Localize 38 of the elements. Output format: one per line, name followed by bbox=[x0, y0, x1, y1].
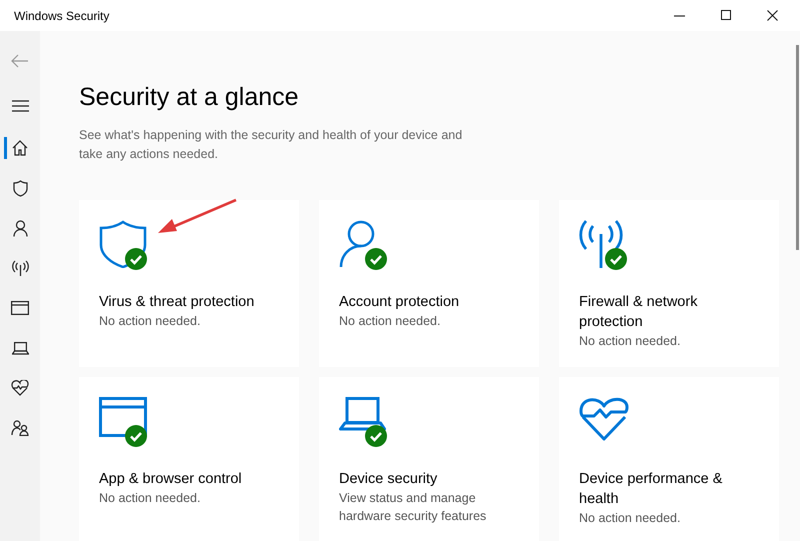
card-title: Device performance & health bbox=[579, 470, 724, 509]
maximize-icon[interactable] bbox=[721, 10, 732, 21]
person-icon[interactable] bbox=[12, 220, 28, 236]
back-icon[interactable] bbox=[11, 54, 29, 68]
browser-window-icon bbox=[99, 397, 147, 437]
window-title: Windows Security bbox=[14, 8, 110, 22]
shield-icon bbox=[99, 220, 147, 268]
laptop-icon bbox=[339, 397, 387, 431]
feature-card[interactable]: Virus & threat protection No action needed. bbox=[79, 200, 299, 367]
laptop-icon[interactable] bbox=[12, 342, 28, 354]
card-title: Firewall & network protection bbox=[579, 293, 698, 332]
page-heading: Security at a glance bbox=[79, 83, 300, 112]
home-icon[interactable] bbox=[12, 140, 28, 156]
feature-card[interactable]: Device performance & health No action needed. bbox=[559, 377, 779, 541]
close-icon[interactable] bbox=[767, 10, 778, 21]
scrollbar[interactable] bbox=[796, 45, 799, 250]
card-status: View status and manage hardware security features bbox=[339, 490, 488, 525]
card-title: Account protection bbox=[339, 293, 460, 312]
card-status: No action needed. bbox=[339, 313, 442, 330]
card-title: Device security bbox=[339, 470, 438, 489]
card-status: No action needed. bbox=[99, 313, 202, 330]
menu-icon[interactable] bbox=[12, 100, 28, 112]
page-description: See what's happening with the security and health of your device and take any actions needed. bbox=[79, 127, 464, 163]
family-icon[interactable] bbox=[11, 420, 29, 436]
heart-pulse-icon[interactable] bbox=[11, 380, 29, 396]
card-status: No action needed. bbox=[579, 510, 682, 527]
antenna-icon[interactable] bbox=[12, 260, 28, 276]
browser-window-icon[interactable] bbox=[11, 301, 29, 315]
feature-card[interactable]: Firewall & network protection No action needed. bbox=[559, 200, 779, 367]
card-title: Virus & threat protection bbox=[99, 293, 256, 312]
feature-card[interactable]: Account protection No action needed. bbox=[319, 200, 539, 367]
feature-card[interactable]: Device security View status and manage hardware security features bbox=[319, 377, 539, 541]
card-status: No action needed. bbox=[99, 490, 202, 507]
card-status: No action needed. bbox=[579, 333, 682, 350]
shield-icon[interactable] bbox=[12, 180, 28, 196]
heart-pulse-icon bbox=[579, 397, 629, 441]
card-title: App & browser control bbox=[99, 470, 243, 489]
feature-card[interactable]: App & browser control No action needed. bbox=[79, 377, 299, 541]
